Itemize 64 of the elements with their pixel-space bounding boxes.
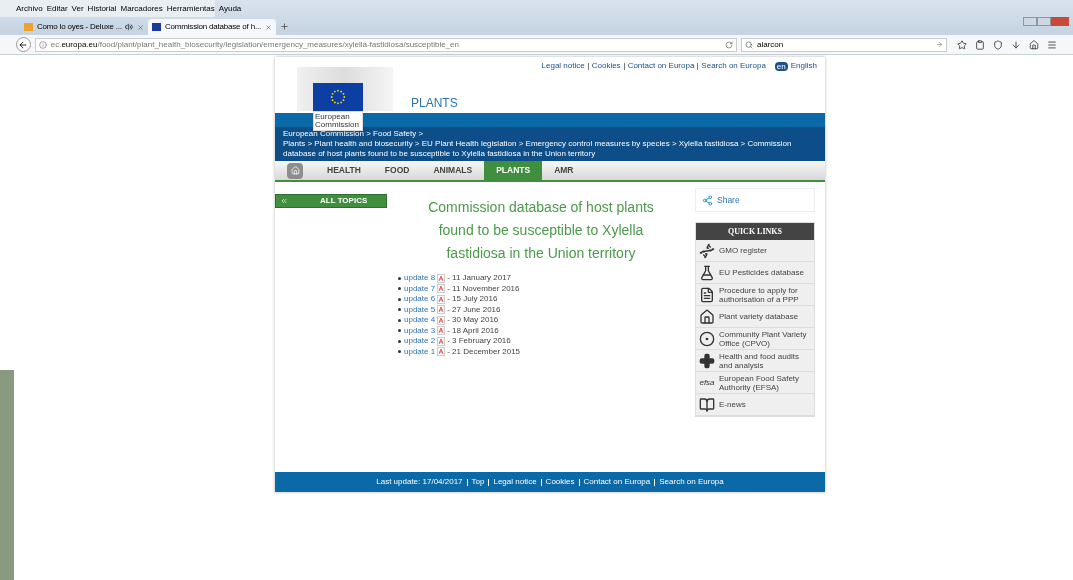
browser-tab[interactable]: Commission database of h... xyxy=(148,19,276,35)
menu-item[interactable]: Herramientas xyxy=(166,2,215,15)
update-date: - 11 November 2016 xyxy=(447,282,520,295)
update-link[interactable]: update 2 xyxy=(404,335,436,348)
menu-item[interactable]: Marcadores xyxy=(120,2,163,15)
language-badge[interactable]: en xyxy=(774,61,788,71)
update-date: - 27 June 2016 xyxy=(447,303,501,316)
page-heading: Commission database of host plants found to be susceptible to Xylella fastidiosa in the Union territory xyxy=(427,198,655,263)
update-date: - 21 December 2015 xyxy=(447,345,521,358)
menu-item[interactable]: Archivo xyxy=(16,2,43,15)
update-date: - 11 January 2017 xyxy=(447,272,512,285)
quick-link[interactable]: Health and food audits and analysis xyxy=(696,350,814,372)
update-link[interactable]: update 4 xyxy=(404,314,436,327)
url-text: ec.europa.eu/food/plant/plant_health_biosecurity/legislation/emergency_measures/xylella-fastidiosa/susceptible_en xyxy=(50,38,460,51)
update-link[interactable]: update 1 xyxy=(404,345,436,358)
update-link[interactable]: update 8 xyxy=(404,272,436,285)
breadcrumb-text: European Commission > Food Safety > xyxy=(283,129,425,139)
quick-link[interactable]: EU Pesticides database xyxy=(696,262,814,284)
update-date: - 18 April 2016 xyxy=(447,324,499,337)
update-date: - 3 February 2016 xyxy=(447,335,511,348)
nav-tab[interactable]: AMR xyxy=(542,161,586,180)
update-date: - 15 July 2016 xyxy=(447,293,498,306)
nav-tab[interactable]: FOOD xyxy=(372,161,422,180)
menu-item[interactable]: Historial xyxy=(87,2,117,15)
search-field[interactable]: alarcon xyxy=(740,37,947,52)
logo-caption: European Commission xyxy=(313,111,363,131)
language-link[interactable]: English xyxy=(790,60,817,72)
nav-tab[interactable]: PLANTS xyxy=(484,161,543,180)
update-date: - 30 May 2016 xyxy=(447,314,499,327)
footer-link[interactable]: Top xyxy=(471,476,485,488)
footer-link[interactable]: Cookies xyxy=(545,476,575,488)
quick-link[interactable]: Plant variety database xyxy=(696,306,814,328)
tab-title: Como lo oyes - Deluxe ... xyxy=(37,21,121,33)
update-link[interactable]: update 7 xyxy=(404,282,436,295)
quick-link[interactable]: Procedure to apply for authorisation of a PPP xyxy=(696,284,814,306)
quick-link[interactable]: Community Plant Variety Office (CPVO) xyxy=(696,328,814,350)
footer-link[interactable]: Contact on Europa xyxy=(583,476,651,488)
share-button[interactable]: Share xyxy=(695,188,815,212)
address-field[interactable]: ec.europa.eu/food/plant/plant_health_biosecurity/legislation/emergency_measures/xylella-fastidiosa/susceptible_en xyxy=(34,37,737,52)
browser-tab[interactable]: Como lo oyes - Deluxe ... xyxy=(20,19,148,35)
quick-link[interactable]: E-news xyxy=(696,394,814,416)
footer-link[interactable]: Legal notice xyxy=(493,476,537,488)
efsa-logo: efsa xyxy=(699,376,715,389)
menu-item[interactable]: Ver xyxy=(71,2,84,15)
search-text: alarcon xyxy=(756,38,785,51)
header-link[interactable]: Legal notice xyxy=(541,60,585,72)
update-link[interactable]: update 3 xyxy=(404,324,436,337)
quick-link[interactable]: GMO register xyxy=(696,240,814,262)
breadcrumb-text: Plants > Plant health and biosecurity > EU Plant Health legislation > Emergency control measures by species > Xylella fastidiosa > Commission database of host plants found to be susceptible to Xylella fastidiosa in the Union territory xyxy=(283,139,793,159)
header-link[interactable]: Cookies xyxy=(591,60,621,72)
last-update-text: Last update: 17/04/2017 xyxy=(376,476,463,488)
footer-link[interactable]: Search on Europa xyxy=(659,476,724,488)
header-link[interactable]: Contact on Europa xyxy=(627,60,695,72)
quick-links-title: QUICK LINKS xyxy=(696,223,814,240)
menu-item[interactable]: Ayuda xyxy=(218,2,242,15)
update-link[interactable]: update 5 xyxy=(404,303,436,316)
tab-title: Commission database of h... xyxy=(165,21,261,33)
nav-tab[interactable]: ANIMALS xyxy=(421,161,485,180)
all-topics-button[interactable]: ALL TOPICS xyxy=(275,194,387,208)
nav-tab[interactable]: HEALTH xyxy=(315,161,373,180)
menu-item[interactable]: Editar xyxy=(46,2,68,15)
update-link[interactable]: update 6 xyxy=(404,293,436,306)
header-link[interactable]: Search on Europa xyxy=(701,60,766,72)
site-title: PLANTS xyxy=(411,95,458,112)
